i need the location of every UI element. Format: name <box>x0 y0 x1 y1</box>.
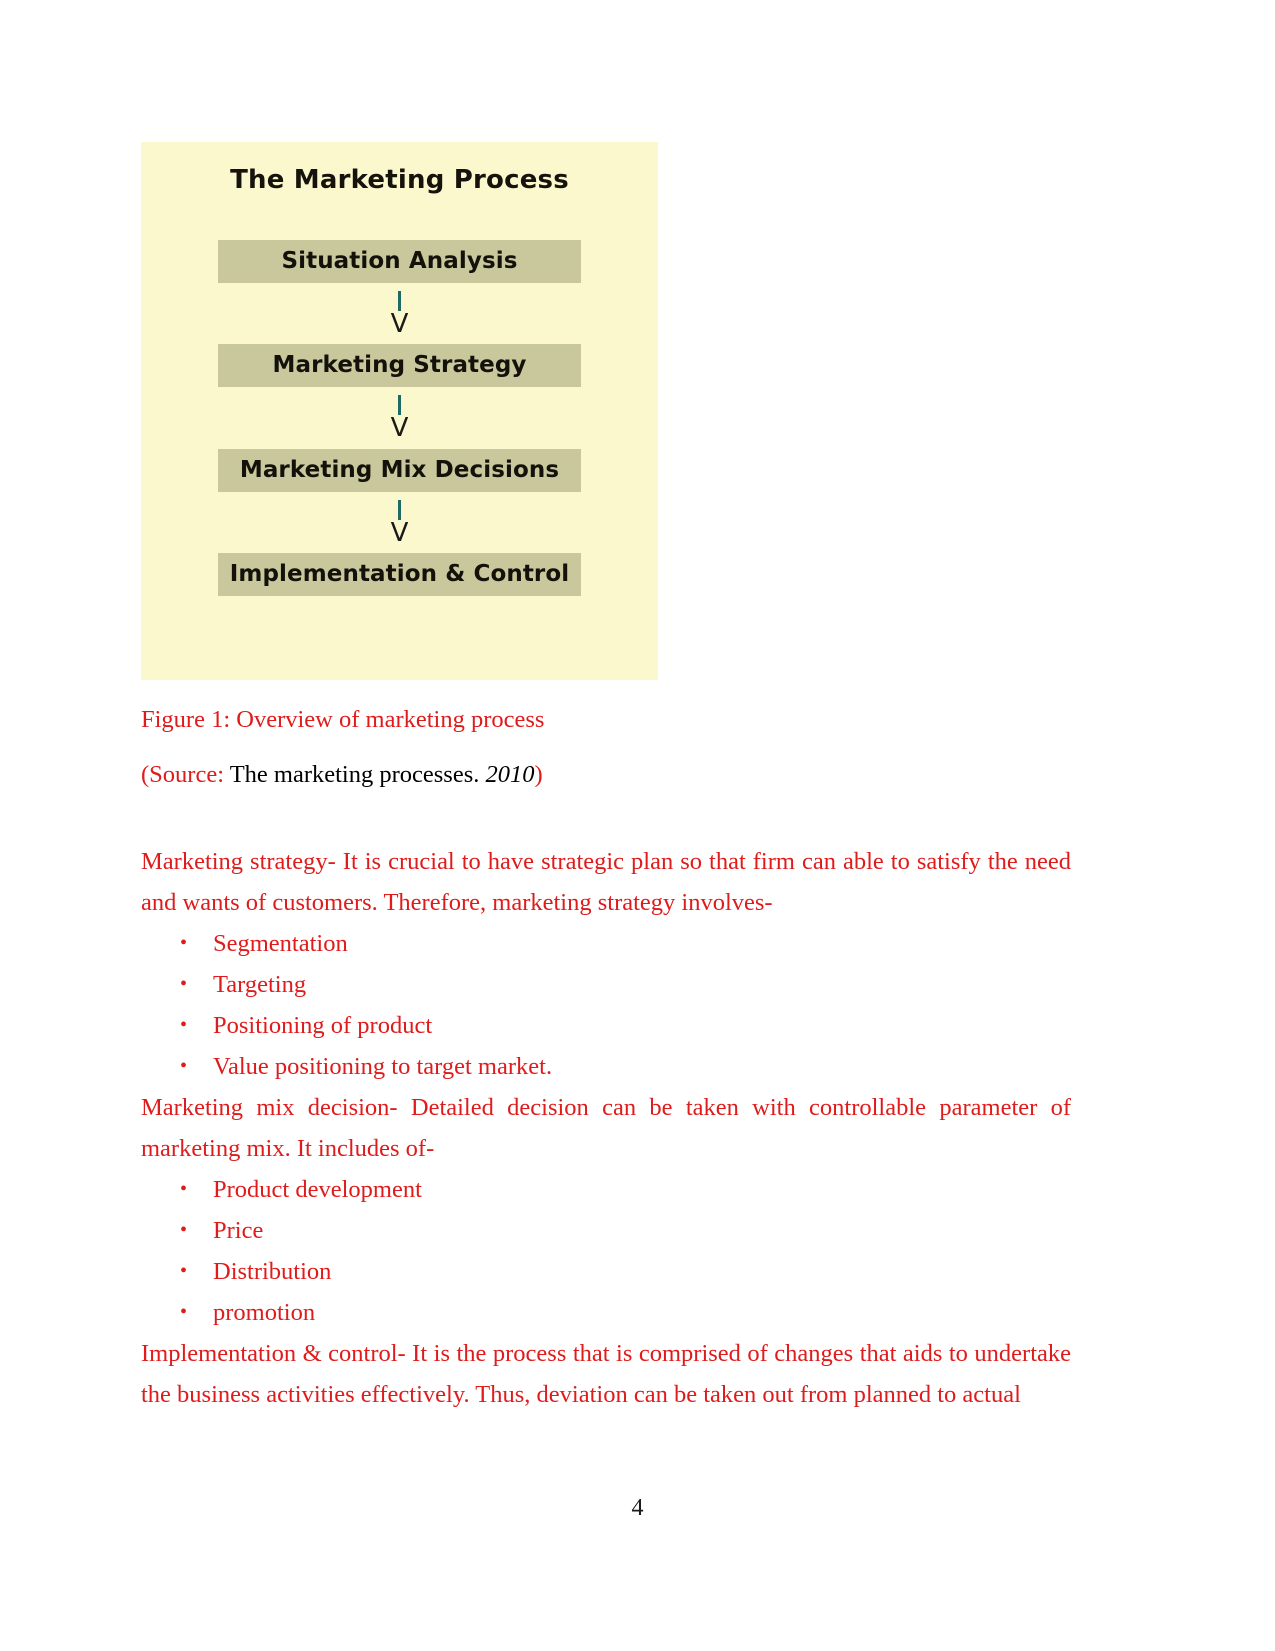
source-year: 2010 <box>485 760 535 788</box>
document-body: Figure 1: Overview of marketing process … <box>141 700 1071 1415</box>
bullet-dot-icon: • <box>180 932 188 954</box>
arrow-head-icon: V <box>390 517 409 548</box>
list-item-label: Distribution <box>213 1258 332 1285</box>
list-item: • Price <box>141 1210 1071 1251</box>
bullet-dot-icon: • <box>180 1014 188 1036</box>
flow-step-situation-analysis: Situation Analysis <box>218 240 581 283</box>
bullet-list-marketing-mix: • Product development • Price • Distributio… <box>141 1169 1071 1333</box>
list-item-label: Segmentation <box>213 930 348 957</box>
paragraph-marketing-mix-decision: Marketing mix decision- Detailed decisio… <box>141 1094 1071 1162</box>
figure-source: (Source: The marketing processes. 2010) <box>141 760 1071 788</box>
list-item: • promotion <box>141 1292 1071 1333</box>
flow-arrow-1: V <box>218 291 581 339</box>
arrow-stem-icon <box>398 291 401 311</box>
bullet-dot-icon: • <box>180 1301 188 1323</box>
bullet-list-marketing-strategy: • Segmentation • Targeting • Positioning of… <box>141 923 1071 1087</box>
arrow-head-icon: V <box>390 413 409 444</box>
source-prefix: (Source: <box>141 760 224 788</box>
list-item-label: Targeting <box>213 971 307 998</box>
list-item: • Distribution <box>141 1251 1071 1292</box>
page-number: 4 <box>631 1495 644 1521</box>
list-item: • Segmentation <box>141 923 1071 964</box>
list-item: • Value positioning to target market. <box>141 1046 1071 1087</box>
list-item: • Positioning of product <box>141 1005 1071 1046</box>
bullet-dot-icon: • <box>180 973 188 995</box>
bullet-dot-icon: • <box>180 1055 188 1077</box>
flow-arrow-2: V <box>218 395 581 444</box>
bullet-dot-icon: • <box>180 1260 188 1282</box>
paragraph-implementation-control: Implementation & control- It is the proc… <box>141 1340 1071 1408</box>
figure-title: The Marketing Process <box>230 165 569 195</box>
figure-caption: Figure 1: Overview of marketing process <box>141 706 545 733</box>
list-item-label: promotion <box>213 1299 316 1326</box>
list-item-label: Product development <box>213 1176 422 1203</box>
flow-arrow-3: V <box>218 499 581 548</box>
flow-step-implementation-control: Implementation & Control <box>218 553 581 597</box>
list-item-label: Price <box>213 1217 264 1244</box>
bullet-dot-icon: • <box>180 1178 188 1200</box>
arrow-head-icon: V <box>390 309 409 339</box>
list-item-label: Value positioning to target market. <box>213 1053 553 1080</box>
arrow-stem-icon <box>398 395 401 416</box>
arrow-stem-icon <box>398 499 401 520</box>
list-item-label: Positioning of product <box>213 1012 433 1039</box>
bullet-dot-icon: • <box>180 1219 188 1241</box>
source-title: The marketing processes. <box>229 760 480 788</box>
paragraph-marketing-strategy: Marketing strategy- It is crucial to hav… <box>141 848 1071 916</box>
flow-step-marketing-strategy: Marketing Strategy <box>218 344 581 388</box>
marketing-process-figure: The Marketing Process Situation Analysis… <box>141 142 658 680</box>
flow-step-marketing-mix-decisions: Marketing Mix Decisions <box>218 448 581 492</box>
source-suffix: ) <box>534 760 543 788</box>
list-item: • Targeting <box>141 964 1071 1005</box>
document-page: The Marketing Process Situation Analysis… <box>0 0 1275 1651</box>
list-item: • Product development <box>141 1169 1071 1210</box>
